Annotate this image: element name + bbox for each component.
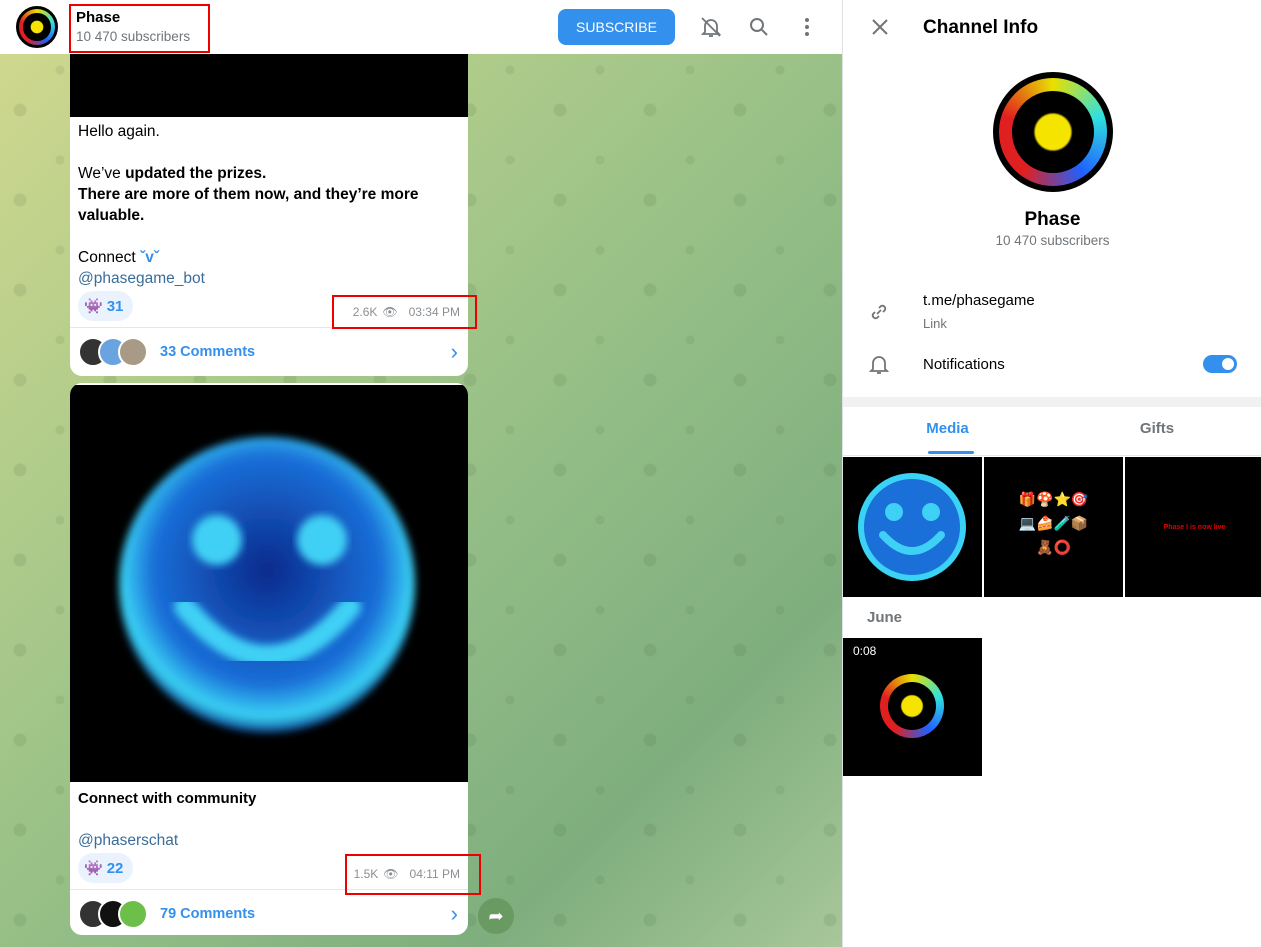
chevron-right-icon: › xyxy=(450,900,458,926)
message-time: 03:34 PM xyxy=(408,305,460,319)
active-tab-indicator xyxy=(928,451,974,454)
alien-emoji-icon: 👾 xyxy=(84,298,103,315)
search-icon[interactable] xyxy=(747,15,771,39)
reaction-button[interactable]: 👾 22 xyxy=(78,853,134,883)
post-media[interactable] xyxy=(70,385,468,782)
channel-avatar-large[interactable] xyxy=(993,72,1113,192)
commenter-avatar xyxy=(118,898,148,929)
tab-gifts[interactable]: Gifts xyxy=(1052,420,1261,437)
subscribe-button[interactable]: SUBSCRIBE xyxy=(558,9,675,45)
panel-title: Channel Info xyxy=(923,17,1039,38)
comments-button[interactable]: 79 Comments › xyxy=(70,889,468,935)
message-text: Connect with community xyxy=(78,790,257,807)
bot-link[interactable]: @phasegame_bot xyxy=(78,268,460,289)
view-count: 2.6K xyxy=(352,305,378,319)
section-divider xyxy=(843,397,1261,407)
tile-caption: Phase I is now live xyxy=(1163,523,1226,531)
comments-count: 79 Comments xyxy=(160,905,256,922)
comments-button[interactable]: 33 Comments › xyxy=(70,327,468,375)
video-duration: 0:08 xyxy=(853,644,877,658)
notifications-toggle[interactable] xyxy=(1203,355,1237,373)
media-tile[interactable]: Phase I is now live xyxy=(1125,457,1261,597)
link-label: Link xyxy=(923,316,947,331)
close-icon[interactable] xyxy=(869,16,891,38)
tab-media[interactable]: Media xyxy=(843,420,1052,437)
gift-icons: 🎁🍄⭐🎯 💻🍰🧪📦 🧸⭕ xyxy=(1018,491,1089,555)
month-header: June xyxy=(867,609,903,626)
share-forward-button[interactable]: ➦ xyxy=(478,898,514,934)
link-icon xyxy=(871,304,887,320)
channel-title[interactable]: Phase xyxy=(76,9,120,26)
video-tile[interactable]: 0:08 xyxy=(843,638,982,776)
eye-icon: 👁 xyxy=(382,305,398,319)
message-text: Hello again. xyxy=(78,123,160,140)
subscriber-count: 10 470 subscribers xyxy=(995,233,1110,248)
bell-icon xyxy=(868,356,890,374)
reaction-count: 22 xyxy=(106,859,124,877)
message-text-bold: There are more of them now, and they’re … xyxy=(78,186,419,224)
message-post: Connect with community @phaserschat 👾 22 … xyxy=(70,383,468,935)
channel-info-panel: Channel Info Phase 10 470 subscribers t.… xyxy=(842,0,1261,947)
reaction-count: 31 xyxy=(106,297,124,315)
chat-link[interactable]: @phaserschat xyxy=(78,830,460,851)
channel-link[interactable]: t.me/phasegame xyxy=(923,292,1035,309)
arrow-emoji-icon: ˇvˇ xyxy=(140,249,159,266)
smiley-thumbnail xyxy=(858,473,966,581)
chat-area: Phase 10 470 subscribers SUBSCRIBE Hello… xyxy=(0,0,842,947)
smiley-image xyxy=(119,437,415,733)
media-tile[interactable] xyxy=(843,457,982,597)
commenter-avatar xyxy=(118,336,148,367)
chat-header: Phase 10 470 subscribers SUBSCRIBE xyxy=(0,0,842,54)
mute-bell-icon[interactable] xyxy=(699,15,723,39)
alien-emoji-icon: 👾 xyxy=(84,860,103,877)
subscriber-count: 10 470 subscribers xyxy=(76,29,191,44)
view-count: 1.5K xyxy=(353,867,379,881)
message-time: 04:11 PM xyxy=(409,867,460,881)
notifications-label: Notifications xyxy=(923,356,1005,373)
comments-count: 33 Comments xyxy=(160,343,256,360)
chevron-right-icon: › xyxy=(450,338,458,364)
channel-avatar[interactable] xyxy=(16,6,58,48)
message-text: We’ve xyxy=(78,165,126,182)
message-text-bold: updated the prizes. xyxy=(125,165,267,182)
media-tile[interactable]: 🎁🍄⭐🎯 💻🍰🧪📦 🧸⭕ xyxy=(984,457,1123,597)
logo-thumbnail xyxy=(880,674,944,738)
message-post: Hello again. We’ve updated the prizes. T… xyxy=(70,40,468,376)
more-menu-icon[interactable] xyxy=(795,15,819,39)
message-text: Connect xyxy=(78,249,136,266)
eye-icon: 👁 xyxy=(383,867,399,881)
reaction-button[interactable]: 👾 31 xyxy=(78,291,134,321)
channel-name: Phase xyxy=(1024,209,1081,230)
